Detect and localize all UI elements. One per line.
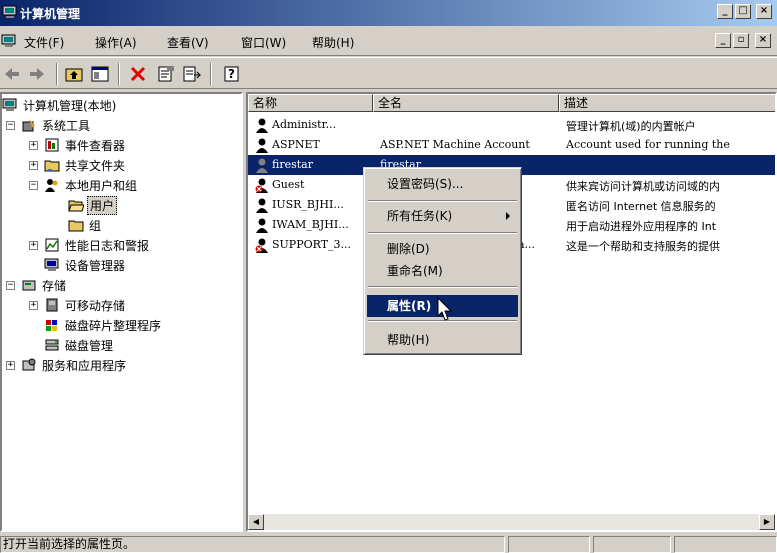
shared-folder-icon (44, 160, 60, 172)
export-list-icon[interactable] (182, 64, 202, 84)
user-icon (256, 138, 268, 153)
title-bar[interactable]: 计算机管理 _ □ × (0, 0, 777, 26)
tree-item-device-manager[interactable]: 设备管理器 (44, 256, 127, 274)
delete-icon[interactable] (128, 64, 148, 84)
folder-icon (68, 220, 84, 232)
menu-item-help[interactable]: 帮助(H) (367, 329, 518, 351)
tree-item-groups[interactable]: 组 (68, 216, 103, 234)
menu-file[interactable]: 文件(F) (24, 34, 64, 51)
tree-item-disk-management[interactable]: 磁盘管理 (44, 336, 115, 354)
menu-item-all-tasks[interactable]: 所有任务(K) (367, 205, 518, 227)
tree-expander[interactable]: − (6, 281, 15, 290)
computer-management-icon (2, 5, 17, 18)
maximize-button[interactable]: □ (735, 4, 751, 19)
tree-expander[interactable]: + (29, 301, 38, 310)
up-level-icon[interactable] (64, 64, 84, 84)
menu-bar: 文件(F) 操作(A) 查看(V) 窗口(W) 帮助(H) _ ▫ × (0, 26, 777, 56)
menu-separator (368, 200, 517, 202)
tree-item-computer-management[interactable]: 计算机管理(本地) (2, 96, 118, 114)
tree-expander[interactable]: − (6, 121, 15, 130)
mdi-close-button[interactable]: × (755, 33, 771, 48)
device-manager-icon (44, 258, 59, 271)
tree-item-removable-storage[interactable]: 可移动存储 (44, 296, 127, 314)
mmc-doc-icon (1, 34, 16, 47)
tree-expander[interactable]: + (6, 361, 15, 370)
tree-item-users[interactable]: 用户 (68, 195, 118, 215)
column-header-name[interactable]: 名称 (248, 94, 373, 112)
list-item[interactable]: Administr... 管理计算机(域)的内置帐户 (248, 115, 775, 135)
tree-item-local-users-groups[interactable]: 本地用户和组 (44, 176, 139, 194)
mouse-cursor-icon (437, 297, 453, 321)
column-header-fullname[interactable]: 全名 (373, 94, 559, 112)
event-viewer-icon (45, 138, 59, 152)
disabled-user-icon (255, 178, 268, 193)
open-folder-icon (68, 200, 84, 212)
window-title: 计算机管理 (20, 7, 81, 21)
horizontal-scrollbar[interactable]: ◀ ▶ (248, 514, 775, 530)
disk-management-icon (45, 339, 59, 351)
close-button[interactable]: × (756, 4, 772, 19)
show-hide-tree-icon[interactable] (90, 64, 110, 84)
user-icon (256, 158, 268, 173)
tree-item-performance-logs[interactable]: 性能日志和警报 (44, 236, 151, 254)
toolbar: ? (0, 57, 777, 89)
status-text: 打开当前选择的属性页。 (0, 536, 505, 553)
user-icon (256, 218, 268, 233)
tree-expander[interactable]: + (29, 141, 38, 150)
disabled-user-icon (255, 238, 268, 253)
column-header-description[interactable]: 描述 (559, 94, 775, 112)
status-panel (508, 536, 590, 553)
storage-icon (22, 280, 36, 291)
tree-item-system-tools[interactable]: 系统工具 (21, 116, 92, 134)
svg-text:?: ? (228, 67, 235, 81)
tree-item-event-viewer[interactable]: 事件查看器 (44, 136, 127, 154)
user-icon (256, 198, 268, 213)
status-bar: 打开当前选择的属性页。 (0, 535, 777, 553)
defrag-icon (46, 320, 57, 331)
menu-window[interactable]: 窗口(W) (241, 34, 286, 51)
menu-item-set-password[interactable]: 设置密码(S)... (367, 173, 518, 195)
status-panel (674, 536, 777, 553)
system-tools-icon (22, 119, 35, 132)
properties-icon[interactable] (156, 64, 176, 84)
menu-help[interactable]: 帮助(H) (312, 34, 354, 51)
performance-icon (45, 238, 59, 252)
status-panel (593, 536, 671, 553)
tree-item-shared-folders[interactable]: 共享文件夹 (44, 156, 127, 174)
mdi-restore-button[interactable]: ▫ (733, 33, 749, 48)
menu-separator (368, 232, 517, 234)
toolbar-separator (210, 63, 212, 85)
toolbar-separator (118, 63, 120, 85)
submenu-arrow-icon (506, 212, 510, 220)
scroll-right-button[interactable]: ▶ (759, 514, 775, 530)
forward-icon[interactable] (27, 64, 47, 84)
removable-storage-icon (46, 298, 58, 312)
tree-expander[interactable]: + (29, 161, 38, 170)
menu-item-rename[interactable]: 重命名(M) (367, 260, 518, 282)
help-icon[interactable]: ? (222, 64, 242, 84)
tree-expander[interactable]: + (29, 241, 38, 250)
tree-expander[interactable]: − (29, 181, 38, 190)
menu-action[interactable]: 操作(A) (95, 34, 137, 51)
menu-item-delete[interactable]: 删除(D) (367, 238, 518, 260)
computer-icon (2, 98, 17, 111)
users-groups-icon (45, 179, 58, 192)
menu-separator (368, 286, 517, 288)
tree-item-services-applications[interactable]: 服务和应用程序 (21, 356, 128, 374)
scroll-left-button[interactable]: ◀ (248, 514, 264, 530)
console-tree[interactable]: 计算机管理(本地) − 系统工具 + 事件查看器 + 共享文件夹 − 本地用户和… (0, 92, 243, 532)
tree-item-disk-defragmenter[interactable]: 磁盘碎片整理程序 (44, 316, 163, 334)
back-icon[interactable] (2, 64, 22, 84)
toolbar-separator (56, 63, 58, 85)
menu-view[interactable]: 查看(V) (167, 34, 209, 51)
mdi-minimize-button[interactable]: _ (715, 33, 731, 48)
user-icon (256, 118, 268, 133)
services-icon (22, 358, 36, 371)
list-item[interactable]: ASPNET ASP.NET Machine Account Account u… (248, 135, 775, 155)
minimize-button[interactable]: _ (717, 4, 733, 19)
menu-item-label: 所有任务(K) (387, 209, 453, 223)
tree-item-storage[interactable]: 存储 (21, 276, 68, 294)
context-menu: 设置密码(S)... 所有任务(K) 删除(D) 重命名(M) 属性(R) 帮助… (363, 167, 522, 355)
